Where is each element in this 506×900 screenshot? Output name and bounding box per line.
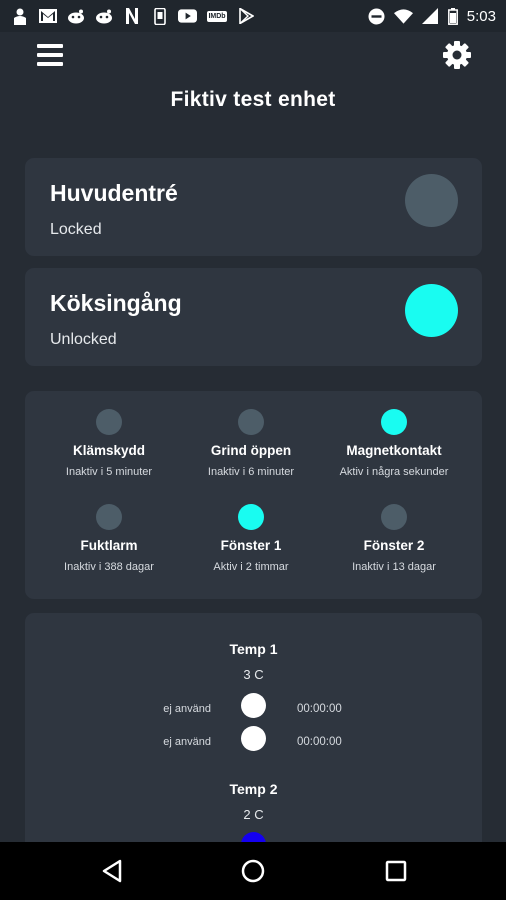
phone-icon	[150, 7, 169, 25]
sensor-fonster-1[interactable]: Fönster 1 Aktiv i 2 timmar	[176, 504, 326, 573]
lock-toggle-indicator[interactable]	[405, 174, 458, 227]
sensor-fuktlarm[interactable]: Fuktlarm Inaktiv i 388 dagar	[34, 504, 184, 573]
lock-card-huvudentre[interactable]: Huvudentré Locked	[25, 158, 482, 256]
sensor-indicator	[96, 504, 122, 530]
sensor-name: Fuktlarm	[80, 538, 138, 553]
temperature-card: Temp 1 3 C ej använd 00:00:00 ej använd …	[25, 613, 482, 873]
lock-status: Locked	[50, 221, 102, 238]
temp-row-label: ej använd	[163, 703, 211, 715]
notification-icons: IMDb	[10, 7, 256, 25]
temp-title: Temp 2	[229, 781, 278, 797]
sensor-klamskydd[interactable]: Klämskydd Inaktiv i 5 minuter	[34, 409, 184, 478]
sensor-fonster-2[interactable]: Fönster 2 Inaktiv i 13 dagar	[319, 504, 469, 573]
gmail-icon	[38, 8, 57, 25]
sensor-name: Fönster 2	[363, 538, 425, 553]
lock-status: Unlocked	[50, 331, 117, 348]
play-store-icon	[237, 8, 256, 25]
recents-square-icon[interactable]	[383, 858, 409, 884]
navigation-bar	[0, 842, 506, 900]
temp-title: Temp 1	[229, 641, 278, 657]
temp-row-time: 00:00:00	[297, 736, 342, 748]
battery-icon	[448, 7, 459, 25]
lock-name: Huvudentré	[50, 180, 178, 206]
sensor-indicator	[381, 504, 407, 530]
sensor-name: Magnetkontakt	[346, 443, 442, 458]
back-triangle-icon[interactable]	[99, 858, 125, 884]
lock-name: Köksingång	[50, 290, 182, 316]
sensor-name: Klämskydd	[72, 443, 146, 458]
gear-icon[interactable]	[442, 40, 472, 70]
signal-icon	[421, 8, 440, 25]
sensor-indicator	[238, 504, 264, 530]
clock: 5:03	[466, 7, 496, 25]
system-status: 5:03	[367, 7, 496, 25]
status-bar: IMDb 5:03	[0, 0, 506, 32]
sensor-status: Inaktiv i 6 minuter	[207, 466, 295, 478]
temp-row-label: ej använd	[163, 736, 211, 748]
page-title: Fiktiv test enhet	[170, 88, 336, 111]
home-circle-icon[interactable]	[240, 858, 266, 884]
imdb-icon: IMDb	[206, 8, 228, 25]
temp-row-indicator[interactable]	[241, 693, 266, 718]
sensor-status: Inaktiv i 13 dagar	[352, 561, 436, 573]
app-bar: Fiktiv test enhet	[0, 32, 506, 142]
do-not-disturb-icon	[367, 8, 386, 25]
youtube-icon	[178, 8, 197, 25]
netflix-icon	[122, 8, 141, 25]
lock-toggle-indicator[interactable]	[405, 284, 458, 337]
sensor-status: Inaktiv i 5 minuter	[65, 466, 153, 478]
sensors-card: Klämskydd Inaktiv i 5 minuter Grind öppe…	[25, 391, 482, 599]
reddit-icon	[94, 8, 113, 25]
wifi-icon	[393, 8, 413, 25]
sensor-name: Grind öppen	[210, 443, 292, 458]
temp-value: 2 C	[243, 807, 264, 822]
sensor-magnetkontakt[interactable]: Magnetkontakt Aktiv i några sekunder	[319, 409, 469, 478]
sensor-indicator	[238, 409, 264, 435]
lock-card-koksingang[interactable]: Köksingång Unlocked	[25, 268, 482, 366]
person-icon	[10, 8, 29, 25]
sensor-status: Inaktiv i 388 dagar	[64, 561, 154, 573]
temp-row-time: 00:00:00	[297, 703, 342, 715]
hamburger-menu-icon[interactable]	[37, 44, 63, 66]
sensor-indicator	[96, 409, 122, 435]
temp-row-indicator[interactable]	[241, 726, 266, 751]
imdb-text: IMDb	[207, 10, 227, 22]
sensor-status: Aktiv i några sekunder	[339, 466, 449, 478]
sensor-name: Fönster 1	[220, 538, 282, 553]
sensor-indicator	[381, 409, 407, 435]
reddit-icon	[66, 8, 85, 25]
sensor-grind-oppen[interactable]: Grind öppen Inaktiv i 6 minuter	[176, 409, 326, 478]
sensor-status: Aktiv i 2 timmar	[213, 561, 289, 573]
temp-value: 3 C	[243, 667, 264, 682]
